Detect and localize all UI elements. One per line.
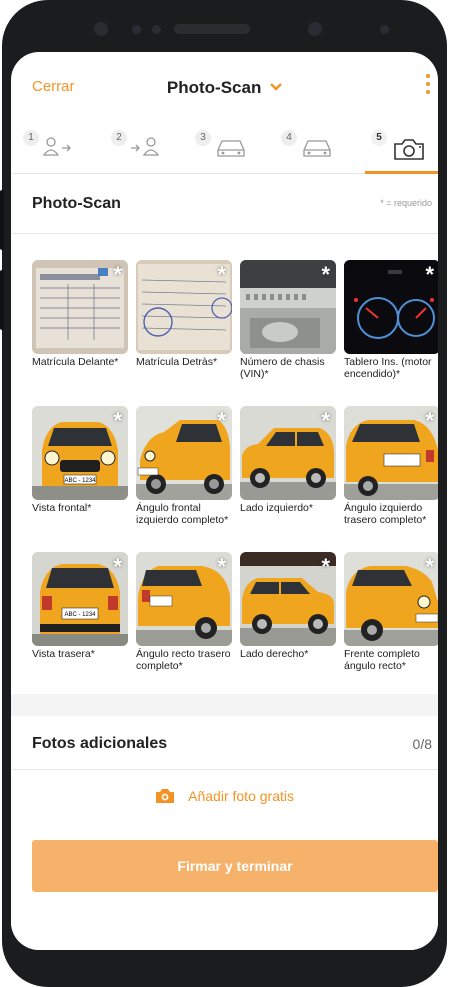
additional-photos-title: Fotos adicionales bbox=[32, 735, 168, 752]
photo-label: Ángulo izquierdo trasero completo* bbox=[344, 502, 427, 526]
photo-tile[interactable]: ABC - 1234 * Vista frontal* bbox=[32, 406, 128, 514]
photo-thumbnail: * bbox=[344, 552, 438, 646]
photo-label: Lado izquierdo* bbox=[240, 502, 313, 514]
photo-thumbnail: * bbox=[136, 406, 232, 500]
required-star: * bbox=[113, 408, 122, 433]
photo-tile[interactable]: ABC - 1234 * Vista trasera* bbox=[32, 552, 128, 660]
side-button bbox=[0, 190, 4, 250]
license-plate-text: ABC - 1234 bbox=[64, 612, 96, 618]
photo-thumbnail: ABC - 1234 * bbox=[32, 552, 128, 646]
required-star: * bbox=[217, 408, 226, 433]
photo-tile[interactable]: * Lado izquierdo* bbox=[240, 406, 336, 514]
photo-label: Vista trasera* bbox=[32, 648, 95, 660]
step-number: 4 bbox=[281, 130, 297, 146]
sensor-dot bbox=[380, 25, 389, 34]
chevron-down-icon bbox=[270, 76, 282, 96]
photo-tile[interactable]: * Ángulo recto trasero completo* bbox=[136, 552, 232, 672]
photo-thumbnail: * bbox=[344, 406, 438, 500]
sensor-dot bbox=[308, 22, 322, 36]
photo-tile[interactable]: * Ángulo izquierdo trasero completo* bbox=[344, 406, 438, 526]
add-photo-row: Añadir foto gratis bbox=[11, 770, 438, 826]
step-number: 1 bbox=[23, 130, 39, 146]
photo-label: Número de chasis (VIN)* bbox=[240, 356, 325, 380]
photo-thumbnail: * bbox=[240, 552, 336, 646]
required-star: * bbox=[321, 554, 330, 579]
required-star: * bbox=[217, 554, 226, 579]
photo-tile[interactable]: * Matrícula Delante* bbox=[32, 260, 128, 368]
photo-label: Matrícula Delante* bbox=[32, 356, 119, 368]
required-note: * = requerido bbox=[380, 198, 432, 208]
step-number: 2 bbox=[111, 130, 127, 146]
section-divider bbox=[11, 694, 438, 716]
dashboard-photo bbox=[344, 260, 438, 354]
photo-label: Lado derecho* bbox=[240, 648, 309, 660]
photo-thumbnail: * bbox=[136, 552, 232, 646]
photo-tile[interactable]: * Tablero Ins. (motor encendido)* bbox=[344, 260, 438, 380]
footer: Firmar y terminar bbox=[11, 820, 438, 950]
photo-thumbnail: * bbox=[240, 260, 336, 354]
step-number: 5 bbox=[371, 130, 387, 146]
section-title: Photo-Scan bbox=[32, 195, 121, 212]
required-star: * bbox=[425, 408, 434, 433]
step-number: 3 bbox=[195, 130, 211, 146]
speaker-grille bbox=[174, 24, 250, 34]
person-arrow-icon bbox=[42, 137, 71, 156]
car-icon bbox=[303, 140, 331, 157]
photo-tile[interactable]: * Matrícula Detràs* bbox=[136, 260, 232, 368]
photo-thumbnail: * bbox=[240, 406, 336, 500]
sensor-dot bbox=[152, 25, 161, 34]
photo-label: Ángulo frontal izquierdo completo* bbox=[136, 502, 229, 526]
side-button bbox=[0, 270, 4, 330]
photo-tile[interactable]: * Número de chasis (VIN)* bbox=[240, 260, 336, 380]
photo-tile[interactable]: * Ángulo frontal izquierdo completo* bbox=[136, 406, 232, 526]
photo-label: Ángulo recto trasero completo* bbox=[136, 648, 231, 672]
photo-label: Frente completo ángulo recto* bbox=[344, 648, 420, 672]
page-title: Photo-Scan bbox=[166, 78, 262, 97]
front-camera bbox=[94, 22, 108, 36]
required-star: * bbox=[113, 262, 122, 287]
title-dropdown[interactable]: Photo-Scan bbox=[11, 76, 438, 98]
add-free-photo-button[interactable]: Añadir foto gratis bbox=[11, 788, 438, 807]
required-star: * bbox=[425, 554, 434, 579]
photo-tile[interactable]: * Frente completo ángulo recto* bbox=[344, 552, 438, 672]
camera-icon bbox=[155, 788, 175, 807]
license-plate-text: ABC - 1234 bbox=[64, 478, 96, 484]
sensor-dot bbox=[132, 25, 141, 34]
photo-thumbnail: ABC - 1234 * bbox=[32, 406, 128, 500]
camera-icon bbox=[394, 139, 424, 160]
additional-photos-row: Fotos adicionales 0/8 bbox=[11, 716, 438, 770]
car-rear-left-photo bbox=[344, 406, 438, 500]
required-star: * bbox=[217, 262, 226, 287]
car-front-right-photo bbox=[344, 552, 438, 646]
photo-label: Tablero Ins. (motor encendido)* bbox=[344, 356, 432, 380]
photo-thumbnail: * bbox=[32, 260, 128, 354]
add-free-photo-label: Añadir foto gratis bbox=[188, 788, 294, 804]
sign-and-finish-button[interactable]: Firmar y terminar bbox=[32, 840, 438, 892]
additional-photos-count: 0/8 bbox=[412, 736, 432, 752]
photo-label: Vista frontal* bbox=[32, 502, 92, 514]
car-icon bbox=[217, 140, 245, 157]
arrow-person-icon bbox=[131, 137, 160, 156]
top-bar: Cerrar Photo-Scan bbox=[11, 52, 438, 124]
section-header: Photo-Scan * = requerido bbox=[11, 174, 438, 234]
photo-thumbnail: * bbox=[136, 260, 232, 354]
required-star: * bbox=[425, 262, 434, 287]
required-star: * bbox=[321, 408, 330, 433]
photo-grid: * Matrícula Delante* * Matrícula Detràs* bbox=[11, 234, 438, 694]
photo-label: Matrícula Detràs* bbox=[136, 356, 218, 368]
step-indicator: 1 2 3 4 5 bbox=[11, 124, 438, 174]
app-screen: Cerrar Photo-Scan 1 2 3 4 5 Photo-Scan *… bbox=[11, 52, 438, 950]
required-star: * bbox=[321, 262, 330, 287]
more-menu-icon[interactable] bbox=[424, 74, 432, 98]
photo-thumbnail: * bbox=[344, 260, 438, 354]
photo-tile[interactable]: * Lado derecho* bbox=[240, 552, 336, 660]
required-star: * bbox=[113, 554, 122, 579]
